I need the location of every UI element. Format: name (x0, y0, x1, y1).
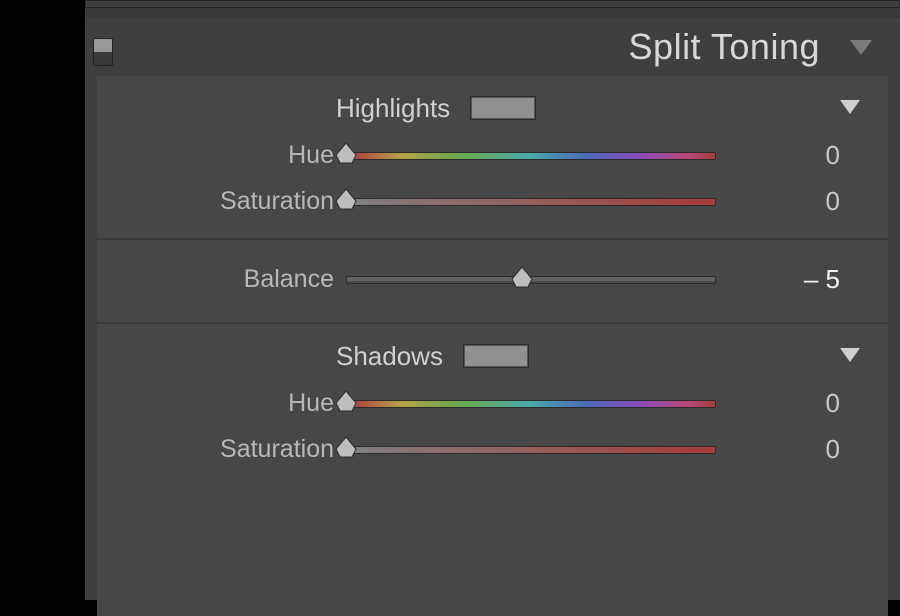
highlights-section: Highlights Hue 0 Saturation (97, 76, 888, 240)
shadows-saturation-row: Saturation 0 (111, 426, 874, 472)
balance-row: Balance – 5 (111, 256, 874, 302)
highlights-hue-slider[interactable] (346, 145, 716, 165)
highlights-hue-row: Hue 0 (111, 132, 874, 178)
highlights-hue-value[interactable]: 0 (716, 140, 874, 171)
shadows-section: Shadows Hue 0 Saturation (97, 324, 888, 486)
balance-value[interactable]: – 5 (716, 264, 874, 295)
shadows-color-swatch[interactable] (463, 344, 529, 368)
balance-label: Balance (111, 265, 346, 294)
shadows-hue-row: Hue 0 (111, 380, 874, 426)
slider-track (346, 446, 716, 454)
balance-section: Balance – 5 (97, 240, 888, 324)
panel-body: Highlights Hue 0 Saturation (97, 76, 888, 616)
shadows-saturation-label: Saturation (111, 435, 346, 464)
slider-thumb[interactable] (335, 436, 357, 458)
slider-thumb[interactable] (335, 142, 357, 164)
slider-thumb[interactable] (511, 266, 533, 288)
shadows-saturation-slider[interactable] (346, 439, 716, 459)
slider-track (346, 400, 716, 408)
shadows-hue-label: Hue (111, 389, 346, 418)
collapse-icon[interactable] (850, 40, 872, 55)
shadows-saturation-value[interactable]: 0 (716, 434, 874, 465)
panel-enable-toggle[interactable] (93, 38, 113, 66)
shadows-hue-value[interactable]: 0 (716, 388, 874, 419)
slider-track (346, 152, 716, 160)
panel-title: Split Toning (629, 26, 820, 68)
previous-panel-edge (85, 0, 900, 8)
balance-slider[interactable] (346, 269, 716, 289)
highlights-saturation-value[interactable]: 0 (716, 186, 874, 217)
highlights-saturation-slider[interactable] (346, 191, 716, 211)
slider-thumb[interactable] (335, 390, 357, 412)
shadows-header: Shadows (111, 332, 874, 380)
split-toning-panel: Split Toning Highlights Hue 0 (85, 18, 900, 600)
highlights-saturation-row: Saturation 0 (111, 178, 874, 224)
highlights-saturation-label: Saturation (111, 187, 346, 216)
slider-track (346, 198, 716, 206)
slider-thumb[interactable] (335, 188, 357, 210)
shadows-hue-slider[interactable] (346, 393, 716, 413)
highlights-hue-label: Hue (111, 141, 346, 170)
highlights-disclosure-icon[interactable] (840, 100, 860, 114)
shadows-title: Shadows (336, 341, 443, 372)
panel-header[interactable]: Split Toning (85, 18, 900, 76)
highlights-title: Highlights (336, 93, 450, 124)
highlights-header: Highlights (111, 84, 874, 132)
shadows-disclosure-icon[interactable] (840, 348, 860, 362)
highlights-color-swatch[interactable] (470, 96, 536, 120)
